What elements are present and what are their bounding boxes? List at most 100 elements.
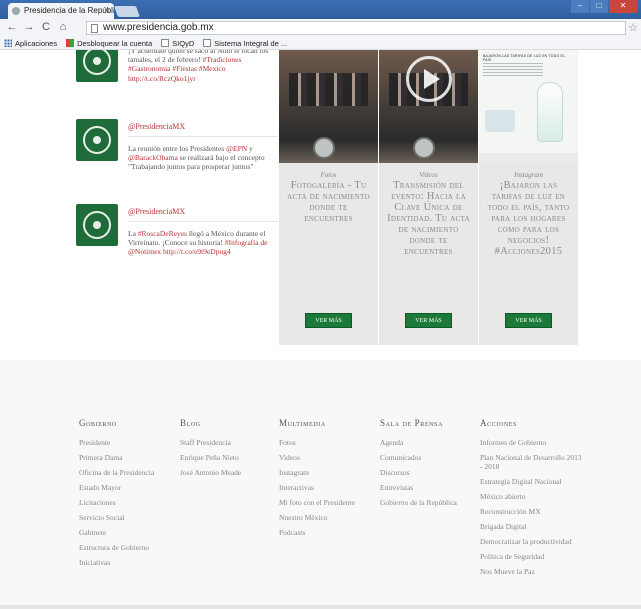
footer-heading: Acciones [480, 418, 517, 428]
tweet-handle[interactable]: @PresidenciaMX [128, 122, 185, 131]
footer-link[interactable]: José Antonio Meade [180, 468, 241, 477]
footer-link[interactable]: Primera Dama [79, 453, 154, 462]
tweet-text: ¡Y acuérdate quién se sacó al Niño te to… [128, 50, 269, 83]
footer-link[interactable]: Agenda [380, 438, 457, 447]
new-tab-button[interactable] [113, 6, 141, 17]
tweet-text: La #RoscaDeReyes llegó a México durante … [128, 229, 268, 257]
hashtag-link[interactable]: #RoscaDeReyes [138, 229, 187, 238]
footer-link[interactable]: Entrevistas [380, 483, 457, 492]
ver-mas-button[interactable]: VER MÁS [505, 313, 552, 328]
forward-arrow-icon[interactable]: → [23, 21, 35, 33]
address-url: www.presidencia.gob.mx [103, 22, 214, 33]
ver-mas-button[interactable]: VER MÁS [405, 313, 452, 328]
image-subtext [483, 63, 543, 77]
footer-heading: Gobierno [79, 418, 117, 428]
footer-link[interactable]: Plan Nacional de Desarrollo 2013 - 2018 [480, 453, 585, 471]
footer-link[interactable]: Nuestro México [279, 513, 355, 522]
footer-heading: Blog [180, 418, 201, 428]
footer-link[interactable]: Staff Presidencia [180, 438, 241, 447]
window-controls: – □ ✕ [571, 0, 637, 14]
footer-link[interactable]: Discursos [380, 468, 457, 477]
card-title[interactable]: Fotogalería - Tu acta de nacimiento dond… [285, 180, 372, 224]
footer-link[interactable]: Podcasts [279, 528, 355, 537]
mention-link[interactable]: @BarackObama [128, 153, 178, 162]
window-close-icon[interactable]: ✕ [609, 0, 637, 13]
card-title[interactable]: ¡Bajaron las tarifas de luz en todo el p… [485, 180, 572, 257]
plug-icon [485, 110, 515, 132]
footer-link[interactable]: Brigada Digital [480, 522, 585, 531]
footer-bottom-bar [0, 605, 641, 609]
card-image[interactable] [279, 50, 378, 163]
footer-link[interactable]: Informes de Gobierno [480, 438, 585, 447]
avatar[interactable] [76, 50, 118, 82]
tab-close-icon[interactable]: × [105, 5, 110, 15]
footer-link[interactable]: Estado Mayor [79, 483, 154, 492]
card-image[interactable] [379, 50, 478, 163]
footer-link[interactable]: Democratizar la productividad [480, 537, 585, 546]
footer-link[interactable]: Nos Mueve la Paz [480, 567, 585, 576]
bookmark-desbloquear[interactable]: Desbloquear la cuenta [66, 39, 152, 48]
footer-link[interactable]: Comunicados [380, 453, 457, 462]
seal-icon [83, 126, 111, 154]
footer-link[interactable]: México abierto [480, 492, 585, 501]
footer-link[interactable]: Presidente [79, 438, 154, 447]
address-bar[interactable]: www.presidencia.gob.mx [86, 21, 626, 35]
footer-link[interactable]: Licitaciones [79, 498, 154, 507]
footer-column-blog: Blog Staff Presidencia Enrique Peña Niet… [180, 418, 241, 483]
avatar[interactable] [76, 204, 118, 246]
avatar[interactable] [76, 119, 118, 161]
emblem-icon [413, 137, 435, 159]
seal-icon [83, 211, 111, 239]
footer-link[interactable]: Videos [279, 453, 355, 462]
mention-link[interactable]: @EPN [226, 144, 247, 153]
footer-link[interactable]: Enrique Peña Nieto [180, 453, 241, 462]
footer-link[interactable]: Política de Seguridad [480, 552, 585, 561]
footer-heading: Multimedia [279, 418, 326, 428]
browser-tab[interactable]: Presidencia de la Repúblic × [8, 3, 114, 19]
footer-link[interactable]: Estructura de Gobierno [79, 543, 154, 552]
tweet-text: La reunión entre los Presidentes @EPN y … [128, 144, 265, 172]
bookmark-star-icon[interactable]: ☆ [628, 21, 638, 34]
footer-link[interactable]: Fotos [279, 438, 355, 447]
favicon-icon [12, 7, 20, 15]
footer-link[interactable]: Estrategia Digital Nacional [480, 477, 585, 486]
footer-link[interactable]: Reconstrucción MX [480, 507, 585, 516]
footer-column-gobierno: Gobierno Presidente Primera Dama Oficina… [79, 418, 154, 573]
footer-column-multimedia: Multimedia Fotos Videos Instagram Intera… [279, 418, 355, 543]
footer-column-sala-de-prensa: Sala de Prensa Agenda Comunicados Discur… [380, 418, 457, 513]
footer-link[interactable]: Servicio Social [79, 513, 154, 522]
bookmark-siqyd[interactable]: SIQyD [161, 39, 194, 48]
media-card-fotos: Fotos Fotogalería - Tu acta de nacimient… [279, 50, 378, 345]
footer-heading: Sala de Prensa [380, 418, 443, 428]
maximize-icon[interactable]: □ [590, 0, 608, 13]
site-footer: Gobierno Presidente Primera Dama Oficina… [0, 360, 641, 609]
footer-link[interactable]: Gabinete [79, 528, 154, 537]
footer-link[interactable]: Iniciativas [79, 558, 154, 567]
reload-icon[interactable]: C [40, 21, 52, 33]
bookmark-sistema-integral[interactable]: Sistema Integral de ... [203, 39, 287, 48]
footer-link[interactable]: Instagram [279, 468, 355, 477]
minimize-icon[interactable]: – [571, 0, 589, 13]
card-image[interactable]: BAJARON LAS TARIFAS DE LUZ EN TODO EL PA… [479, 50, 578, 163]
footer-column-acciones: Acciones Informes de Gobierno Plan Nacio… [480, 418, 585, 582]
back-arrow-icon[interactable]: ← [6, 21, 18, 33]
tweet-handle[interactable]: @PresidenciaMX [128, 207, 185, 216]
page-icon [203, 39, 212, 47]
divider [128, 221, 278, 222]
footer-link[interactable]: Interactivas [279, 483, 355, 492]
footer-link[interactable]: Gobierno de la República [380, 498, 457, 507]
browser-toolbar: ← → C ⌂ www.presidencia.gob.mx ☆ [0, 19, 641, 37]
footer-link[interactable]: Mi foto con el Presidente [279, 498, 355, 507]
page-icon [91, 24, 98, 33]
seal-icon [83, 50, 111, 75]
page-icon [161, 39, 170, 47]
home-icon[interactable]: ⌂ [57, 21, 69, 33]
play-icon[interactable] [406, 56, 452, 102]
divider [128, 136, 278, 137]
emblem-icon [313, 137, 335, 159]
ver-mas-button[interactable]: VER MÁS [305, 313, 352, 328]
card-title[interactable]: Transmisión del evento: Hacia la Clave Ú… [385, 180, 472, 257]
bookmark-apps[interactable]: Aplicaciones [4, 39, 57, 48]
footer-link[interactable]: Oficina de la Presidencia [79, 468, 154, 477]
card-category: Videos [419, 171, 438, 179]
